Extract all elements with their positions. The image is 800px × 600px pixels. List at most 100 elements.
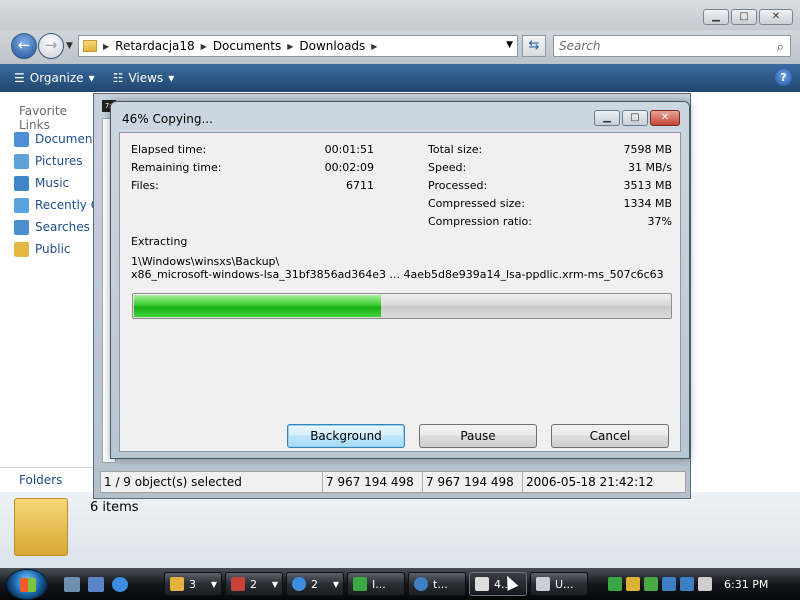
taskbar-button-label: t... — [433, 577, 448, 591]
taskbar-button-label: U... — [555, 577, 574, 591]
chevron-right-icon[interactable]: ▶ — [287, 42, 293, 51]
favorite-link-label: Pictures — [35, 154, 83, 168]
minimize-button[interactable]: ▁ — [703, 9, 729, 25]
refresh-icon: ⇆ — [528, 38, 540, 53]
documents-icon — [14, 131, 29, 147]
folders-toggle[interactable]: Folders — [0, 467, 95, 493]
status-modified: 2006-05-18 21:42:12 — [526, 475, 654, 489]
processed-label: Processed: — [428, 179, 488, 192]
clock[interactable]: 6:31 PM — [724, 578, 768, 591]
navigation-pane: Favorite Links Documents Pictures Music … — [0, 92, 144, 472]
flag-icon[interactable] — [608, 577, 622, 591]
pause-button[interactable]: Pause — [419, 424, 537, 448]
shield-icon[interactable] — [626, 577, 640, 591]
refresh-button[interactable]: ⇆ — [522, 35, 546, 57]
cancel-button[interactable]: Cancel — [551, 424, 669, 448]
help-icon[interactable]: ? — [775, 69, 792, 86]
taskbar-button-ie[interactable]: 2 ▼ — [286, 572, 344, 596]
organize-label: Organize — [29, 71, 84, 85]
organize-button[interactable]: ☰ Organize ▼ — [14, 71, 95, 85]
compressed-size-value: 1334 MB — [623, 197, 672, 210]
dialog-maximize-button[interactable]: □ — [622, 110, 648, 126]
taskbar-button-label: 2 — [250, 577, 257, 591]
taskbar-button-7zip[interactable]: 4... — [469, 572, 527, 596]
app-icon — [414, 577, 428, 591]
app-icon — [353, 577, 367, 591]
breadcrumb-item[interactable]: Downloads — [299, 39, 365, 53]
speed-label: Speed: — [428, 161, 467, 174]
address-toolbar: ← → ▼ ▶ Retardacja18 ▶ Documents ▶ Downl… — [0, 30, 800, 64]
taskbar-button-document[interactable]: U... — [530, 572, 588, 596]
notification-area: 6:31 PM — [608, 572, 800, 596]
switch-windows-icon[interactable] — [88, 577, 104, 592]
back-button[interactable]: ← — [11, 33, 37, 59]
dialog-title: 46% Copying... — [122, 112, 213, 126]
taskbar-button-label: 3 — [189, 577, 196, 591]
status-packed-size: 7 967 194 498 — [423, 472, 523, 492]
status-selection: 1 / 9 object(s) selected — [101, 472, 323, 492]
elapsed-time-value: 00:01:51 — [324, 143, 374, 156]
files-label: Files: — [131, 179, 159, 192]
volume-muted-icon[interactable] — [698, 577, 712, 591]
progress-bar — [132, 293, 672, 319]
folders-label: Folders — [19, 473, 63, 487]
internet-explorer-icon[interactable] — [112, 577, 128, 592]
show-desktop-icon[interactable] — [64, 577, 80, 592]
breadcrumb-item[interactable]: Retardacja18 — [115, 39, 195, 53]
chevron-right-icon[interactable]: ▶ — [103, 42, 109, 51]
taskbar-button-archives[interactable]: 2 ▼ — [225, 572, 283, 596]
chevron-right-icon[interactable]: ▶ — [371, 42, 377, 51]
favorite-link-label: Public — [35, 242, 71, 256]
compression-ratio-value: 37% — [647, 215, 672, 228]
chevron-right-icon[interactable]: ▶ — [201, 42, 207, 51]
taskbar-button-folders[interactable]: 3 ▼ — [164, 572, 222, 596]
7zip-icon — [475, 577, 489, 591]
status-size: 7 967 194 498 — [323, 472, 423, 492]
total-size-value: 7598 MB — [623, 143, 672, 156]
forward-button[interactable]: → — [38, 33, 64, 59]
search-icon[interactable]: ⌕ — [777, 38, 784, 58]
remaining-time-label: Remaining time: — [131, 161, 222, 174]
chevron-down-icon: ▼ — [210, 579, 217, 589]
start-button[interactable] — [6, 569, 48, 600]
dialog-minimize-button[interactable]: ▁ — [594, 110, 620, 126]
speed-value: 31 MB/s — [628, 161, 672, 174]
dialog-body: Elapsed time: 00:01:51 Remaining time: 0… — [119, 132, 681, 452]
command-bar: ☰ Organize ▼ ☷ Views ▼ ? — [0, 64, 800, 92]
chevron-down-icon: ▼ — [168, 73, 175, 83]
back-arrow-icon: ← — [17, 36, 31, 54]
taskbar-button-app-2[interactable]: t... — [408, 572, 466, 596]
processed-value: 3513 MB — [623, 179, 672, 192]
operation-label: Extracting — [131, 235, 188, 248]
copy-progress-dialog: 46% Copying... ▁ □ ✕ Elapsed time: 00:01… — [110, 101, 690, 459]
address-history-dropdown[interactable]: ▼ — [506, 40, 513, 50]
favorite-link-label: Music — [35, 176, 70, 190]
views-label: Views — [128, 71, 164, 85]
breadcrumb-item[interactable]: Documents — [213, 39, 281, 53]
views-button[interactable]: ☷ Views ▼ — [113, 71, 175, 85]
monitor-icon[interactable] — [680, 577, 694, 591]
security-icon[interactable] — [644, 577, 658, 591]
network-icon[interactable] — [662, 577, 676, 591]
taskbar-button-app-1[interactable]: I... — [347, 572, 405, 596]
maximize-button[interactable]: □ — [731, 9, 757, 25]
files-value: 6711 — [346, 179, 374, 192]
address-bar[interactable]: ▶ Retardacja18 ▶ Documents ▶ Downloads ▶… — [78, 35, 518, 57]
dialog-close-button[interactable]: ✕ — [650, 110, 680, 126]
window-controls: ▁ □ ✕ — [703, 9, 793, 25]
chevron-down-icon: ▼ — [88, 73, 95, 83]
archive-status-bar: 1 / 9 object(s) selected 7 967 194 498 7… — [100, 471, 686, 493]
current-file-path-line2: x86_microsoft-windows-lsa_31bf3856ad364e… — [131, 268, 664, 281]
folder-icon — [14, 498, 68, 556]
chevron-down-icon: ▼ — [271, 579, 278, 589]
total-size-label: Total size: — [428, 143, 483, 156]
elapsed-time-label: Elapsed time: — [131, 143, 207, 156]
close-button[interactable]: ✕ — [759, 9, 793, 25]
organize-icon: ☰ — [14, 71, 25, 85]
searches-icon — [14, 219, 29, 235]
search-input[interactable]: Search ⌕ — [553, 35, 791, 57]
recent-pages-dropdown[interactable]: ▼ — [66, 41, 73, 51]
explorer-title-bar[interactable]: ▁ □ ✕ — [0, 0, 800, 30]
current-file-path-line1: 1\Windows\winsxs\Backup\ — [131, 255, 280, 268]
background-button[interactable]: Background — [287, 424, 405, 448]
